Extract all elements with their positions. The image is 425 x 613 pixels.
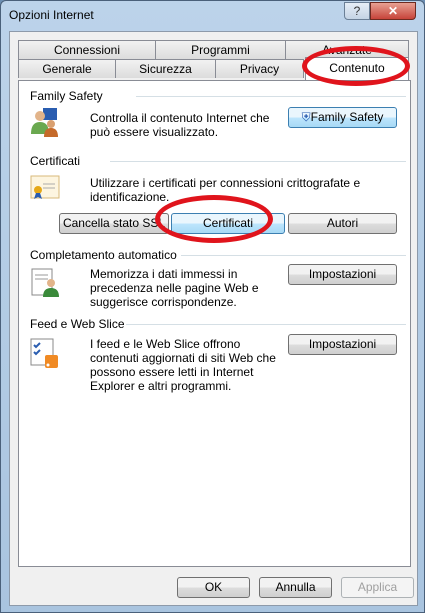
tab-sicurezza[interactable]: Sicurezza [115, 59, 216, 78]
close-button[interactable]: ✕ [370, 2, 416, 20]
shield-icon: ⛨ [301, 110, 311, 124]
help-button[interactable]: ? [344, 2, 370, 20]
dialog-window: Opzioni Internet ? ✕ Connessioni Program… [0, 0, 425, 613]
window-title: Opzioni Internet [9, 8, 94, 22]
cancel-button[interactable]: Annulla [259, 577, 332, 598]
clear-ssl-button[interactable]: Cancella stato SSL [59, 213, 169, 234]
autocomplete-icon [31, 268, 59, 297]
feed-description: I feed e le Web Slice offrono contenuti … [90, 337, 276, 393]
family-safety-icon [31, 108, 58, 137]
feed-icon [30, 338, 58, 368]
certificate-icon [30, 175, 60, 199]
ok-button[interactable]: OK [177, 577, 250, 598]
completamento-description: Memorizza i dati immessi in precedenza n… [90, 267, 259, 309]
family-safety-label: Family Safety [310, 110, 384, 124]
autocomplete-settings-button[interactable]: Impostazioni [288, 264, 397, 285]
tab-panel-contenuto: Family Safety Controlla il contenuto Int… [18, 80, 411, 567]
group-family-safety-heading: Family Safety [30, 89, 103, 103]
annotation-ellipse-certificati [155, 195, 273, 243]
divider [181, 255, 406, 256]
divider [136, 96, 406, 97]
group-feed-heading: Feed e Web Slice [30, 317, 125, 331]
feed-settings-button[interactable]: Impostazioni [288, 334, 397, 355]
tab-connessioni[interactable]: Connessioni [18, 40, 156, 59]
divider [110, 161, 406, 162]
divider [126, 324, 406, 325]
dialog-client: Connessioni Programmi Avanzate Generale … [9, 31, 418, 606]
group-completamento-heading: Completamento automatico [30, 248, 177, 262]
group-certificati-heading: Certificati [30, 154, 81, 168]
family-safety-description: Controlla il contenuto Internet che può … [90, 111, 270, 139]
tab-programmi[interactable]: Programmi [155, 40, 286, 59]
publishers-button[interactable]: Autori [288, 213, 397, 234]
tab-generale[interactable]: Generale [18, 59, 116, 78]
family-safety-button[interactable]: ⛨Family Safety [288, 107, 397, 128]
annotation-ellipse-contenuto [302, 46, 410, 86]
tab-privacy[interactable]: Privacy [215, 59, 304, 78]
apply-button[interactable]: Applica [341, 577, 414, 598]
